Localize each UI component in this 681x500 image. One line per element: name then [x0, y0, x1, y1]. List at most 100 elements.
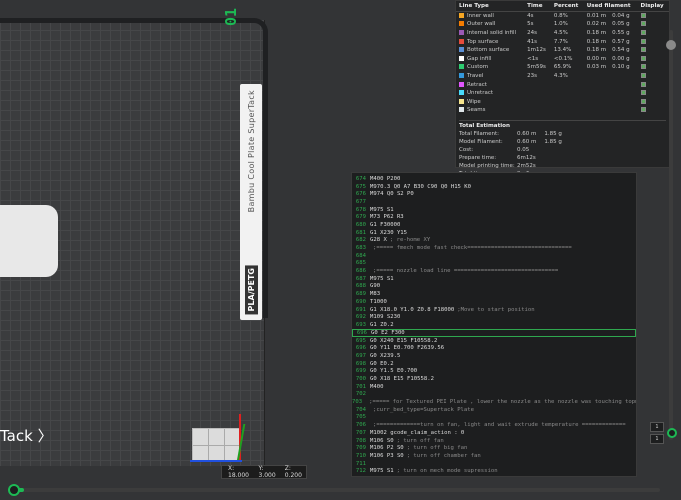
legend-percent: <0.1% — [553, 55, 573, 62]
gcode-command: M975 S1 — [370, 275, 394, 282]
gcode-line[interactable]: 675 M970.3 Q0 A7 B30 C90 Q0 H15 K0 — [352, 183, 636, 191]
display-checkbox[interactable] — [640, 13, 646, 19]
gcode-line[interactable]: 707 M1002 gcode_claim_action : 0 — [352, 429, 636, 437]
gcode-comment: ;===== nozzle load line ================… — [373, 268, 559, 275]
layer-slider-bottom-handle[interactable] — [667, 428, 677, 438]
legend-display-cell — [638, 20, 669, 29]
line-type-table: Line Type Time Percent Used filament Display… — [456, 1, 669, 115]
gcode-line[interactable]: 700 G0 X18 E15 F10558.2 — [352, 375, 636, 383]
gcode-line[interactable]: 699 G0 Y1.5 E0.700 — [352, 368, 636, 376]
gcode-command: G28 X — [370, 237, 387, 244]
gcode-line[interactable]: 684 — [352, 252, 636, 260]
gcode-line[interactable]: 690 T1000 — [352, 298, 636, 306]
gcode-line-number: 681 — [355, 229, 366, 236]
gcode-line[interactable]: 689 M83 — [352, 290, 636, 298]
display-checkbox[interactable] — [640, 38, 646, 44]
gcode-line[interactable]: 687 M975 S1 — [352, 275, 636, 283]
display-checkbox[interactable] — [640, 90, 646, 96]
gcode-line[interactable]: 708 M106 S0; turn off fan — [352, 437, 636, 445]
color-swatch-icon — [459, 29, 464, 35]
gcode-line[interactable]: 692 M109 S230 — [352, 313, 636, 321]
gcode-line[interactable]: 681 G1 X230 Y15 — [352, 229, 636, 237]
gcode-line[interactable]: 701 M400 — [352, 383, 636, 391]
estimation-row: Cost: 0.05 — [459, 147, 666, 155]
color-swatch-icon — [459, 72, 464, 78]
nozzle-position-readout: X: 18.000 Y: 3.000 Z: 0.200 — [221, 465, 307, 479]
gcode-line-number: 684 — [355, 252, 366, 259]
gcode-line[interactable]: 693 G1 Z0.2 — [352, 321, 636, 329]
legend-used-filament — [584, 89, 638, 98]
display-checkbox[interactable] — [640, 21, 646, 27]
gcode-line[interactable]: 678 M975 S1 — [352, 206, 636, 214]
legend-weight: 0.04 g — [612, 13, 630, 20]
layer-slider-top-handle[interactable] — [666, 40, 676, 50]
legend-line-type-label: Travel — [467, 72, 484, 79]
gcode-line-number: 710 — [355, 452, 366, 459]
gcode-command: G0 E0.2 — [370, 360, 394, 367]
display-checkbox[interactable] — [640, 29, 646, 35]
gcode-line[interactable]: 677 — [352, 198, 636, 206]
gcode-line[interactable]: 695 G0 X240 E15 F10558.2 — [352, 337, 636, 345]
estimation-value: 0.60 m — [517, 138, 537, 145]
estimation-label: Total Filament: — [459, 130, 500, 137]
gcode-command: M970.3 Q0 A7 B30 C90 Q0 H15 K0 — [370, 183, 472, 190]
color-swatch-icon — [459, 107, 464, 113]
legend-weight: 0.55 g — [612, 29, 630, 36]
gcode-line-number: 692 — [355, 314, 366, 321]
gcode-line[interactable]: 706 ;=============turn on fan, light and … — [352, 421, 636, 429]
display-checkbox[interactable] — [640, 55, 646, 61]
display-checkbox[interactable] — [640, 98, 646, 104]
legend-display-cell — [638, 46, 669, 55]
gcode-line[interactable]: 713;MACHINE_START_GCODE_END — [352, 475, 636, 477]
move-slider-handle[interactable] — [8, 484, 20, 496]
display-checkbox[interactable] — [640, 47, 646, 53]
gcode-line[interactable]: 688 G90 — [352, 283, 636, 291]
gcode-comment: ;curr_bed_type=Supertack Plate — [373, 406, 475, 413]
gcode-line[interactable]: 711 — [352, 460, 636, 468]
gcode-line[interactable]: 683 ;===== fmech mode fast check=========… — [352, 244, 636, 252]
display-checkbox[interactable] — [640, 81, 646, 87]
legend-body: Inner wall 4s 0.8% 0.01 m 0.04 g Outer wall 5s… — [456, 12, 669, 115]
gcode-line[interactable]: 691 G1 X18.0 Y1.0 Z0.8 F18000 ;Move to sta… — [352, 306, 636, 314]
legend-display-cell — [638, 72, 669, 81]
gcode-line[interactable]: 709 M106 P2 S0; turn off big fan — [352, 444, 636, 452]
legend-weight: 0.10 g — [612, 64, 630, 71]
legend-display-cell — [638, 29, 669, 38]
gcode-line[interactable]: 676 M974 Q0 S2 P0 — [352, 190, 636, 198]
gcode-viewer-panel[interactable]: 674 M400 P200 675 M970.3 Q0 A7 B30 C90 Q0 H… — [351, 172, 637, 477]
display-checkbox[interactable] — [640, 64, 646, 70]
gcode-line[interactable]: 679 M73 P62 R3 — [352, 213, 636, 221]
gcode-line-number: 678 — [355, 206, 366, 213]
layer-slider-track[interactable] — [669, 30, 673, 440]
gcode-line[interactable]: 703 ;===== for Textured PEI Plate , lower… — [352, 398, 636, 406]
gcode-line-number: 683 — [355, 245, 366, 252]
gcode-line[interactable]: 674 M400 P200 — [352, 175, 636, 183]
move-slider-track[interactable] — [10, 488, 660, 492]
coord-z: Z: 0.200 — [284, 465, 302, 479]
gcode-line[interactable]: 696 G0 E2 F300 — [352, 328, 636, 337]
gcode-line[interactable]: 702 — [352, 391, 636, 399]
legend-header-cell: Percent — [550, 1, 584, 12]
gcode-line[interactable]: 704 ;curr_bed_type=Supertack Plate — [352, 406, 636, 414]
gcode-line[interactable]: 698 G0 E0.2 — [352, 360, 636, 368]
gcode-line[interactable]: 705 — [352, 414, 636, 422]
gcode-line[interactable]: 712 M975 S1; turn on mech mode supression — [352, 467, 636, 475]
gcode-line[interactable]: 682 G28 X; re-home XY — [352, 237, 636, 245]
gcode-line[interactable]: 685 — [352, 260, 636, 268]
legend-used-filament: 0.18 m 0.55 g — [584, 29, 638, 38]
legend-time: 1m12s — [527, 47, 546, 54]
gcode-line[interactable]: 696 G0 Y11 E0.700 F2639.56 — [352, 344, 636, 352]
gcode-command: G1 X230 Y15 — [370, 229, 408, 236]
printed-object[interactable] — [192, 428, 240, 462]
display-checkbox[interactable] — [640, 107, 646, 113]
gcode-line[interactable]: 686 ;===== nozzle load line =============… — [352, 267, 636, 275]
gcode-line[interactable]: 710 M106 P3 S0; turn off chamber fan — [352, 452, 636, 460]
gcode-line-number: 693 — [355, 321, 366, 328]
legend-display-cell — [638, 63, 669, 72]
display-checkbox[interactable] — [640, 72, 646, 78]
legend-line-type: Travel — [456, 72, 524, 81]
gcode-line[interactable]: 697 G0 X239.5 — [352, 352, 636, 360]
gcode-line[interactable]: 680 G1 F30000 — [352, 221, 636, 229]
legend-line-type-label: Gap infill — [467, 55, 492, 62]
gcode-command: M974 Q0 S2 P0 — [370, 191, 414, 198]
